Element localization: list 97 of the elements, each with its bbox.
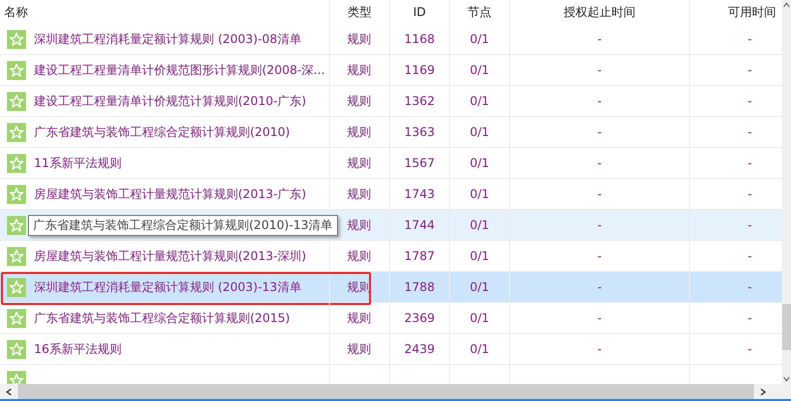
star-icon[interactable] (7, 340, 26, 358)
star-icon[interactable] (7, 216, 26, 234)
table-cell: 1168 (404, 32, 435, 46)
table-cell: 1787 (404, 249, 435, 263)
table-cell: 规则 (347, 216, 371, 234)
table-cell: - (748, 342, 752, 356)
table-cell: 0/1 (470, 280, 490, 294)
table-cell: 广东省建筑与装饰工程综合定额计算规则(2010) (34, 124, 290, 140)
column-header[interactable]: 可用时间 (728, 4, 776, 20)
table-cell: 规则 (347, 124, 371, 140)
table-cell: - (748, 187, 752, 201)
table-cell: 广东省建筑与装饰工程综合定额计算规则(2015) (34, 310, 290, 326)
table-cell: - (597, 63, 602, 77)
table-cell: - (597, 94, 602, 108)
table-cell: - (748, 94, 752, 108)
table-cell: 0/1 (470, 342, 490, 356)
table-cell: - (748, 218, 752, 232)
star-icon[interactable] (7, 30, 26, 48)
table-cell: 规则 (347, 310, 371, 326)
table-cell: 0/1 (470, 32, 490, 46)
vertical-scrollbar[interactable] (782, 0, 791, 384)
table-cell: - (597, 218, 602, 232)
table-cell: 建设工程工程量清单计价规范图形计算规则(2008-深... (34, 62, 325, 78)
table-cell: 规则 (347, 92, 371, 110)
table-cell: - (597, 249, 602, 263)
table-cell: 1743 (404, 187, 435, 201)
table-row[interactable]: 11系新平法规则 规则 1567 0/1 - - (0, 148, 782, 179)
table-cell: 0/1 (470, 125, 490, 139)
star-icon[interactable] (7, 122, 26, 142)
table-cell: 房屋建筑与装饰工程计量规范计算规则(2013-深圳) (34, 248, 306, 264)
table-cell: 2369 (404, 311, 435, 325)
table-cell: 1567 (404, 156, 435, 170)
table-row[interactable]: 深圳建筑工程消耗量定额计算规则 (2003)-08清单 规则 1168 0/1 - - (0, 24, 782, 55)
table-row[interactable]: 广东省建筑与装饰工程综合定额计算规则(2010) 规则 1363 0/1 - - (0, 117, 782, 148)
column-header[interactable]: ID (413, 5, 426, 19)
table-cell: - (597, 32, 602, 46)
table-cell: - (748, 249, 752, 263)
column-header[interactable]: 节点 (468, 4, 492, 20)
table-cell: 规则 (347, 186, 371, 202)
table-cell: 规则 (347, 62, 371, 78)
table-cell: 深圳建筑工程消耗量定额计算规则 (2003)-13清单 (34, 278, 302, 296)
table-cell: 0/1 (470, 249, 490, 263)
table-row[interactable]: 建设工程工程量清单计价规范图形计算规则(2008-深... 规则 1169 0/1 - - (0, 55, 782, 86)
table-cell: - (748, 280, 752, 294)
table-cell: 0/1 (470, 63, 490, 77)
table-cell: - (748, 125, 752, 139)
table-cell: - (597, 125, 602, 139)
table-row[interactable]: 建设工程工程量清单计价规范计算规则(2010-广东) 规则 1362 0/1 - - (0, 86, 782, 117)
star-icon[interactable] (7, 278, 26, 296)
table-cell: 深圳建筑工程消耗量定额计算规则 (2003)-08清单 (34, 30, 302, 48)
table-cell: 0/1 (470, 156, 490, 170)
scroll-down-icon[interactable] (782, 374, 791, 384)
table-cell: 0/1 (470, 311, 490, 325)
column-header[interactable]: 授权起止时间 (564, 4, 636, 20)
table-cell: 16系新平法规则 (34, 340, 122, 358)
table-cell: - (597, 187, 602, 201)
table-cell: 1169 (404, 63, 435, 77)
table-cell: - (597, 280, 602, 294)
table-cell: 0/1 (470, 94, 490, 108)
star-icon[interactable] (7, 60, 26, 80)
table-cell: 2439 (404, 342, 435, 356)
table-row[interactable]: 广东省建筑与装饰工程综合定额计算规则(2010)-13清单 规则 1744 0/1 - - (0, 210, 782, 241)
table-cell: 规则 (347, 30, 371, 48)
table-cell: - (597, 311, 602, 325)
scroll-left-icon[interactable] (5, 386, 13, 396)
column-header[interactable]: 名称 (4, 4, 28, 20)
table-cell: 房屋建筑与装饰工程计量规范计算规则(2013-广东) (34, 186, 306, 202)
star-icon[interactable] (7, 184, 26, 204)
table-cell: 规则 (347, 340, 371, 358)
star-icon[interactable] (7, 92, 26, 110)
table-cell: 1362 (404, 94, 435, 108)
table-cell: 11系新平法规则 (34, 154, 122, 172)
tooltip: 广东省建筑与装饰工程综合定额计算规则(2010)-13清单 (28, 215, 338, 236)
table-cell: 规则 (347, 248, 371, 264)
star-icon[interactable] (7, 308, 26, 328)
table-cell: 规则 (347, 154, 371, 172)
table-cell: - (748, 63, 752, 77)
table-cell: 建设工程工程量清单计价规范计算规则(2010-广东) (34, 92, 306, 110)
star-icon[interactable] (7, 246, 26, 266)
table-row[interactable]: 广东省建筑与装饰工程综合定额计算规则(2015) 规则 2369 0/1 - - (0, 303, 782, 334)
table-cell: 1788 (404, 280, 435, 294)
table-cell: 1744 (404, 218, 435, 232)
table-cell: 0/1 (470, 218, 490, 232)
table-row[interactable]: 16系新平法规则 规则 2439 0/1 - - (0, 334, 782, 365)
table-cell: 1363 (404, 125, 435, 139)
scroll-up-icon[interactable] (782, 0, 791, 10)
table-cell: - (597, 156, 602, 170)
scroll-right-icon[interactable] (759, 386, 767, 396)
table-cell: - (748, 311, 752, 325)
table-cell: - (748, 156, 752, 170)
scrollbar-thumb[interactable] (782, 304, 791, 350)
table-cell: - (597, 342, 602, 356)
table-cell: 0/1 (470, 187, 490, 201)
column-header[interactable]: 类型 (348, 4, 372, 20)
star-icon[interactable] (7, 370, 26, 384)
table-cell: - (748, 32, 752, 46)
star-icon[interactable] (7, 154, 26, 172)
